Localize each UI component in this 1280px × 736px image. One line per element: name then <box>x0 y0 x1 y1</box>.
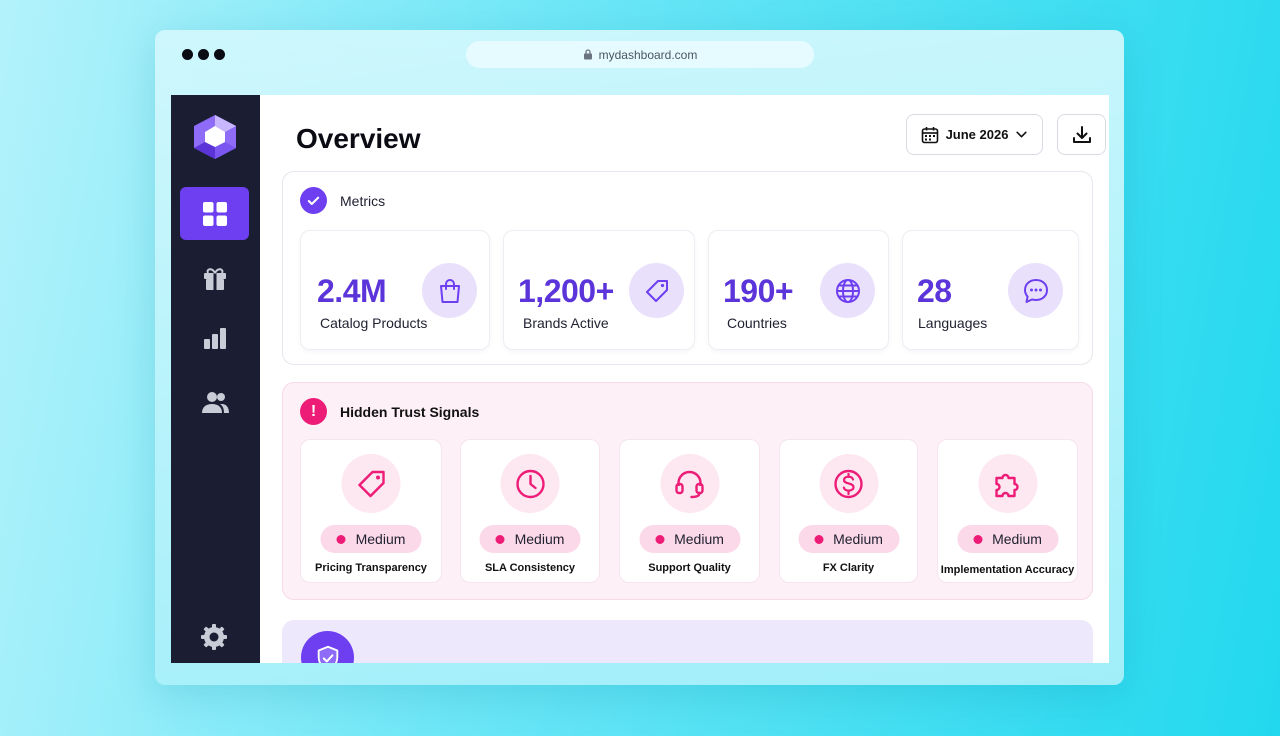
metric-value: 190+ <box>723 273 794 309</box>
sidebar-item-dashboard[interactable] <box>180 187 249 240</box>
browser-window: mydashboard.com Overview June 2026 Metri… <box>155 30 1124 685</box>
metric-card-brands[interactable]: 1,200+ Brands Active <box>503 230 695 350</box>
sidebar-item-users[interactable] <box>180 375 249 428</box>
metric-card-languages[interactable]: 28 Languages <box>902 230 1079 350</box>
metrics-title: Metrics <box>340 192 386 209</box>
main-content: Overview June 2026 Metrics 2.4M Catalog … <box>260 95 1109 663</box>
check-icon <box>300 187 327 214</box>
metric-card-countries[interactable]: 190+ Countries <box>708 230 889 350</box>
shield-check-icon <box>301 631 354 663</box>
metric-value: 28 <box>917 273 952 309</box>
signal-card-implementation[interactable]: Medium Implementation Accuracy <box>937 439 1078 583</box>
window-controls <box>182 49 225 60</box>
metric-card-catalog[interactable]: 2.4M Catalog Products <box>300 230 490 350</box>
metric-label: Catalog Products <box>320 315 428 331</box>
status-badge: Medium <box>957 525 1058 553</box>
verification-panel <box>282 620 1093 663</box>
dashboard-app: Overview June 2026 Metrics 2.4M Catalog … <box>171 95 1109 663</box>
status-dot <box>814 534 824 544</box>
trust-signals-panel: ! Hidden Trust Signals Medium Pricing Tr… <box>282 382 1093 600</box>
status-dot <box>973 534 983 544</box>
status-label: Medium <box>514 531 565 547</box>
sidebar-item-rewards[interactable] <box>180 251 249 304</box>
signal-card-fx[interactable]: Medium FX Clarity <box>779 439 918 583</box>
price-tag-icon <box>341 454 401 513</box>
shopping-bag-icon <box>422 263 477 318</box>
metric-value: 1,200+ <box>518 273 614 309</box>
signal-name: Pricing Transparency <box>315 562 427 574</box>
metric-label: Countries <box>727 315 787 331</box>
signal-name: SLA Consistency <box>484 562 576 574</box>
page-title: Overview <box>296 123 421 154</box>
trust-signals-title: Hidden Trust Signals <box>340 403 480 420</box>
signal-name: Support Quality <box>648 562 731 574</box>
signal-card-support[interactable]: Medium Support Quality <box>619 439 760 583</box>
alert-icon: ! <box>300 398 327 425</box>
trust-signals-header: ! Hidden Trust Signals <box>300 398 479 425</box>
grid-icon <box>202 201 227 226</box>
url-text: mydashboard.com <box>598 47 698 62</box>
brand-logo <box>194 115 236 159</box>
bar-chart-icon <box>203 327 226 349</box>
status-badge: Medium <box>639 525 740 553</box>
calendar-icon <box>921 126 938 143</box>
sidebar-item-analytics[interactable] <box>180 311 249 364</box>
status-badge: Medium <box>798 525 899 553</box>
headset-icon <box>660 454 719 513</box>
gear-icon[interactable] <box>200 623 228 651</box>
signal-name: FX Clarity <box>822 562 875 574</box>
window-dot[interactable] <box>198 49 209 60</box>
signal-name: Implementation Accuracy <box>940 564 1075 576</box>
tag-icon <box>629 263 684 318</box>
status-label: Medium <box>992 531 1042 547</box>
metrics-panel: Metrics 2.4M Catalog Products 1,200+ Bra… <box>282 171 1093 365</box>
metric-label: Brands Active <box>523 315 609 331</box>
signal-card-sla[interactable]: Medium SLA Consistency <box>460 439 600 583</box>
status-badge: Medium <box>479 525 581 553</box>
sidebar <box>171 95 260 663</box>
status-label: Medium <box>833 531 883 547</box>
globe-icon <box>820 263 875 318</box>
status-label: Medium <box>674 531 724 547</box>
gift-icon <box>203 267 226 290</box>
status-dot <box>495 534 505 544</box>
metric-value: 2.4M <box>317 273 387 309</box>
status-dot <box>336 534 346 544</box>
metrics-header: Metrics <box>300 187 385 214</box>
download-button[interactable] <box>1057 114 1106 155</box>
date-label: June 2026 <box>945 127 1009 142</box>
window-dot[interactable] <box>182 49 193 60</box>
chevron-down-icon <box>1016 131 1028 138</box>
metric-label: Languages <box>918 315 988 331</box>
status-badge: Medium <box>320 525 422 553</box>
lock-icon <box>583 49 592 60</box>
signal-card-pricing[interactable]: Medium Pricing Transparency <box>300 439 442 583</box>
download-icon <box>1072 125 1091 143</box>
dollar-circle-icon <box>819 454 878 513</box>
date-picker-button[interactable]: June 2026 <box>906 114 1043 155</box>
users-icon <box>201 391 229 413</box>
puzzle-icon <box>978 454 1037 513</box>
status-dot <box>655 534 665 544</box>
chat-bubble-icon <box>1008 263 1063 318</box>
status-label: Medium <box>355 531 406 547</box>
address-bar[interactable]: mydashboard.com <box>466 41 814 68</box>
window-dot[interactable] <box>214 49 225 60</box>
clock-icon <box>500 454 560 513</box>
